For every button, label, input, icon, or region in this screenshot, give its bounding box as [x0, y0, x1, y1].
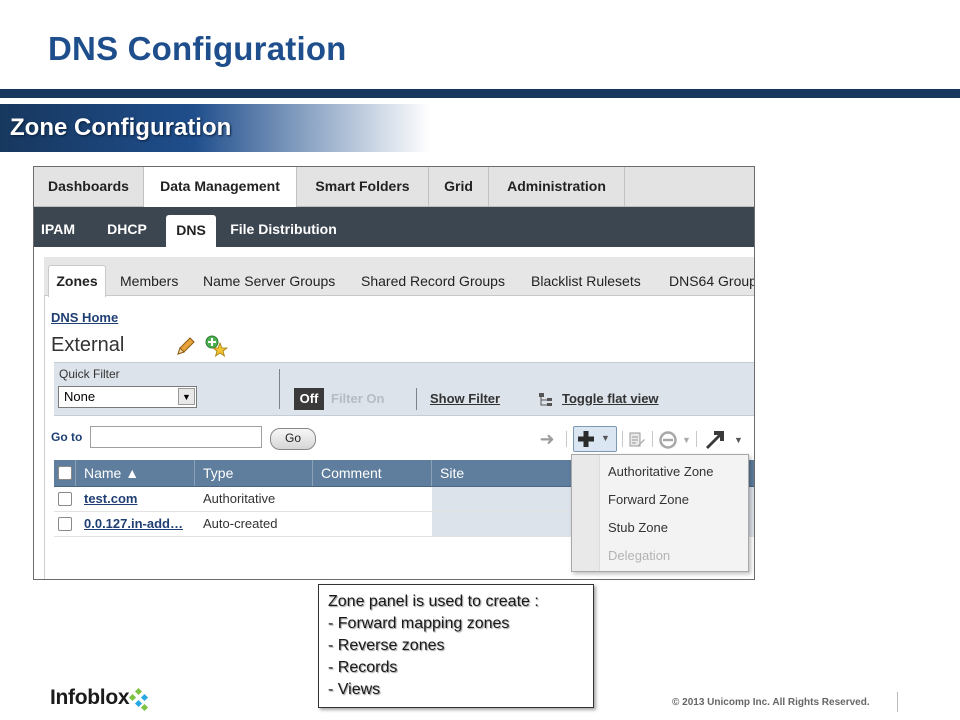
- row-checkbox[interactable]: [58, 517, 72, 531]
- menu-item-stub-zone[interactable]: Stub Zone: [608, 520, 668, 535]
- chevron-down-icon: ▼: [601, 433, 610, 443]
- menu-icon-gutter: [572, 455, 600, 571]
- zone-type: Authoritative: [203, 491, 276, 506]
- logo-icon: [128, 688, 149, 712]
- breadcrumb-dns-home[interactable]: DNS Home: [51, 310, 118, 325]
- goto-input[interactable]: [90, 426, 262, 448]
- chevron-down-icon: ▼: [682, 435, 691, 445]
- disable-icon[interactable]: [658, 430, 678, 450]
- tab-name-server-groups[interactable]: Name Server Groups: [203, 257, 335, 295]
- callout-line: - Views: [328, 681, 381, 698]
- select-all-cell: [54, 460, 76, 486]
- filter-divider: [279, 369, 280, 409]
- zone-name-link[interactable]: test.com: [84, 487, 137, 511]
- callout-line: Zone panel is used to create :: [328, 593, 539, 610]
- edit-list-icon[interactable]: [628, 431, 646, 449]
- row-checkbox[interactable]: [58, 492, 72, 506]
- tab-administration[interactable]: Administration: [489, 167, 625, 206]
- sub-nav: IPAM DHCP DNS File Distribution: [34, 207, 754, 247]
- tab-members[interactable]: Members: [120, 257, 178, 295]
- callout-line: - Forward mapping zones: [328, 615, 510, 632]
- subtab-ipam[interactable]: IPAM: [36, 207, 80, 247]
- column-comment[interactable]: Comment: [313, 460, 432, 486]
- section-banner: Zone Configuration: [0, 104, 430, 152]
- callout-box: Zone panel is used to create : - Forward…: [318, 584, 594, 708]
- tab-dns64-group[interactable]: DNS64 Group: [669, 257, 754, 295]
- chevron-down-icon: ▼: [734, 435, 743, 445]
- select-all-checkbox[interactable]: [58, 466, 72, 480]
- logo-text: Infoblox: [50, 686, 130, 709]
- menu-item-delegation: Delegation: [608, 548, 671, 563]
- main-nav: Dashboards Data Management Smart Folders…: [34, 167, 754, 207]
- subtab-file-distribution[interactable]: File Distribution: [227, 207, 340, 247]
- go-button[interactable]: Go: [270, 428, 316, 450]
- column-name[interactable]: Name ▲: [76, 460, 195, 486]
- add-favorite-icon[interactable]: [204, 334, 228, 358]
- toolbar-divider: [652, 431, 653, 447]
- column-type[interactable]: Type: [195, 460, 313, 486]
- tab-smart-folders[interactable]: Smart Folders: [297, 167, 429, 206]
- toolbar-divider: [622, 431, 623, 447]
- goto-label: Go to: [51, 430, 83, 444]
- slide-title: DNS Configuration: [48, 30, 347, 67]
- app-screenshot: Dashboards Data Management Smart Folders…: [33, 166, 755, 580]
- zone-type: Auto-created: [203, 516, 278, 531]
- zone-name-link[interactable]: 0.0.127.in-add…: [84, 512, 183, 536]
- callout-line: - Records: [328, 659, 398, 676]
- subtab-dns[interactable]: DNS: [166, 215, 216, 247]
- pencil-icon[interactable]: [175, 335, 197, 357]
- add-zone-menu: Authoritative Zone Forward Zone Stub Zon…: [571, 454, 749, 572]
- title-divider-bar: [0, 89, 960, 98]
- grid-toolbar: ➜ ▼ ▼ ▼: [534, 425, 754, 453]
- filter-bar: Quick Filter None ▼ Off Filter On Show F…: [54, 362, 754, 416]
- quick-filter-select[interactable]: None ▼: [58, 386, 197, 408]
- show-filter-link[interactable]: Show Filter: [430, 388, 500, 410]
- toggle-flat-view-link[interactable]: Toggle flat view: [562, 388, 659, 410]
- filter-on-button[interactable]: Filter On: [331, 388, 384, 410]
- add-icon: [578, 431, 594, 447]
- quick-filter-value: None: [64, 389, 96, 404]
- dns-tabs: Zones Members Name Server Groups Shared …: [44, 257, 754, 297]
- tree-view-icon: [539, 393, 552, 406]
- tab-zones[interactable]: Zones: [48, 265, 106, 297]
- filter-divider-2: [416, 388, 417, 410]
- subtab-dhcp[interactable]: DHCP: [100, 207, 154, 247]
- copyright-text: © 2013 Unicomp Inc. All Rights Reserved.: [672, 697, 870, 708]
- tab-blacklist-rulesets[interactable]: Blacklist Rulesets: [531, 257, 641, 295]
- export-icon[interactable]: [704, 429, 726, 449]
- callout-line: - Reverse zones: [328, 637, 445, 654]
- chevron-down-icon[interactable]: ▼: [178, 388, 195, 405]
- quick-filter-label: Quick Filter: [59, 367, 120, 381]
- tab-data-management[interactable]: Data Management: [144, 167, 297, 207]
- add-button[interactable]: ▼: [573, 426, 617, 452]
- toolbar-divider: [696, 431, 697, 447]
- footer-divider: [897, 692, 898, 712]
- tab-dashboards[interactable]: Dashboards: [34, 167, 144, 206]
- menu-item-authoritative-zone[interactable]: Authoritative Zone: [608, 464, 714, 479]
- filter-off-button[interactable]: Off: [294, 388, 324, 410]
- view-title: External: [51, 334, 125, 356]
- arrow-right-icon[interactable]: ➜: [536, 427, 558, 451]
- toolbar-divider: [566, 431, 567, 447]
- menu-item-forward-zone[interactable]: Forward Zone: [608, 492, 689, 507]
- tab-grid[interactable]: Grid: [429, 167, 489, 206]
- tab-shared-record-groups[interactable]: Shared Record Groups: [361, 257, 505, 295]
- section-title: Zone Configuration: [10, 114, 232, 141]
